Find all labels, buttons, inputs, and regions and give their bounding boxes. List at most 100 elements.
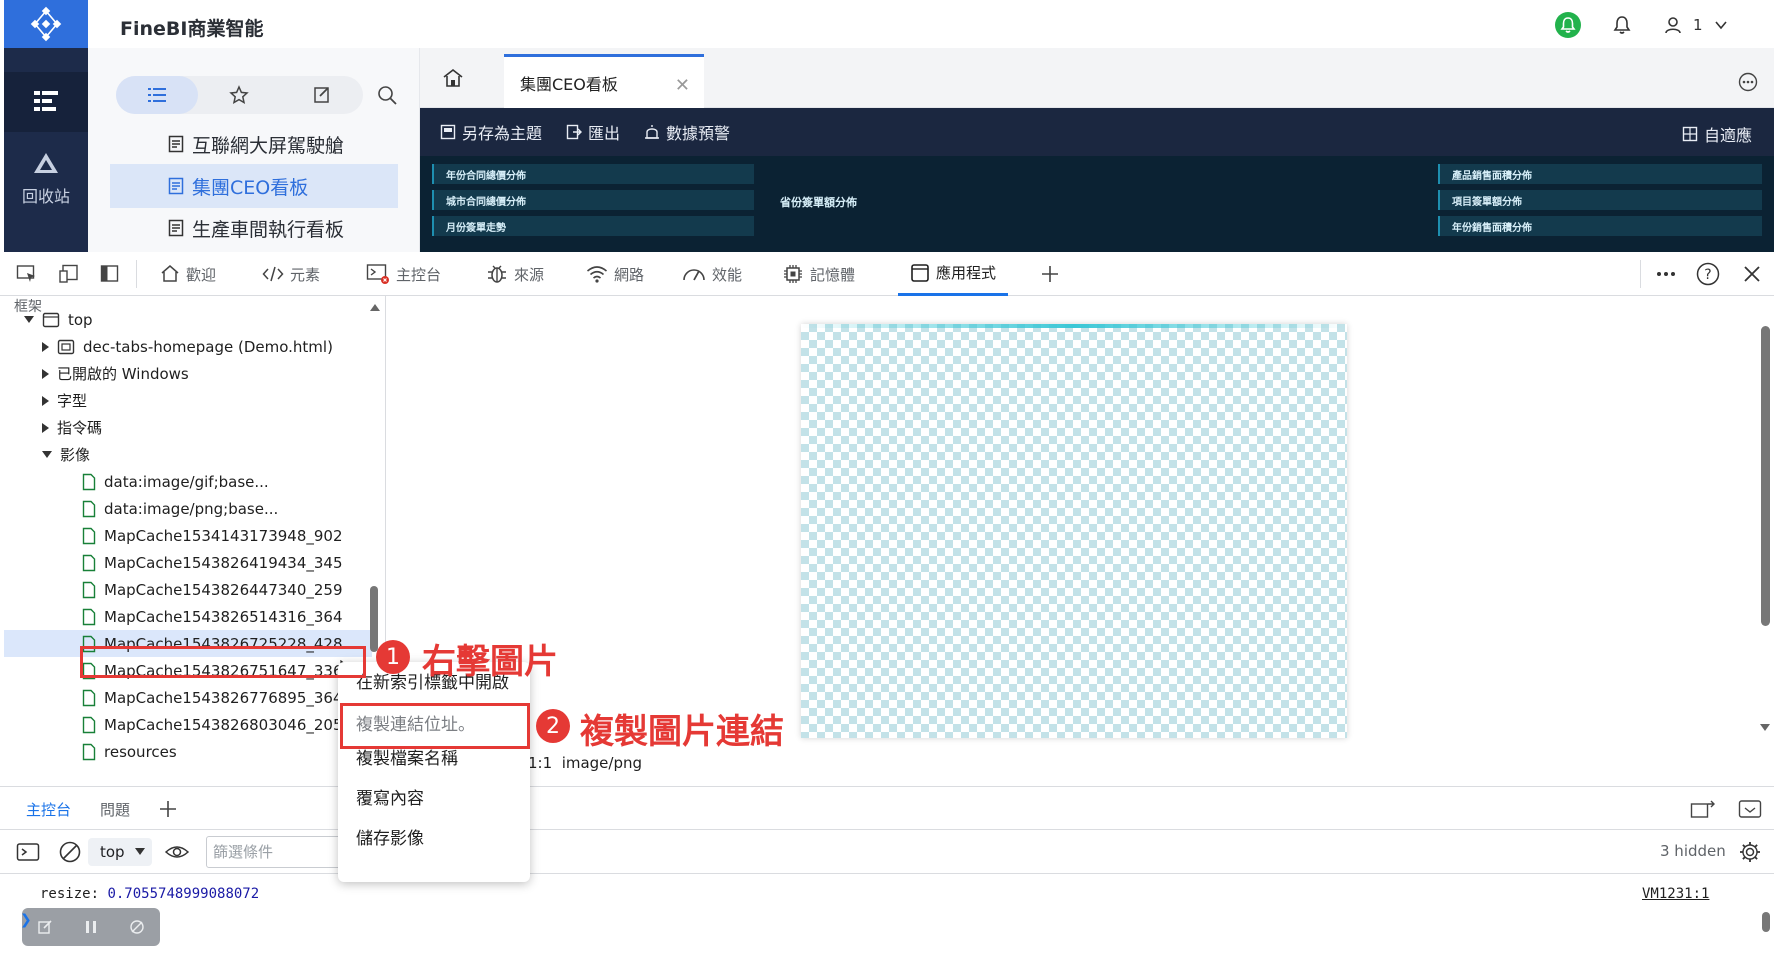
tree-row-image[interactable]: MapCache1543826776895_364	[82, 684, 343, 711]
directory-view-tabs	[116, 76, 363, 114]
stop-recording-icon[interactable]	[129, 919, 145, 935]
user-name: 1	[1693, 16, 1703, 34]
hidden-messages-count[interactable]: 3 hidden	[1660, 842, 1726, 860]
toolbar-divider	[1640, 260, 1641, 288]
inspect-element-button[interactable]	[16, 264, 38, 284]
nav-recycle-bin[interactable]: 回收站	[4, 144, 88, 214]
edit-icon[interactable]	[37, 919, 53, 935]
bell-icon[interactable]	[1611, 14, 1633, 36]
tree-label: 字型	[57, 392, 88, 410]
tab-list-view[interactable]	[116, 76, 199, 114]
dash-widget-title: 年份合同總價分佈	[432, 164, 754, 184]
dock-drawer-button[interactable]	[1690, 799, 1716, 819]
report-icon	[168, 177, 184, 195]
alarm-icon	[645, 125, 660, 139]
add-tab-button[interactable]	[1040, 264, 1060, 284]
console-log-line[interactable]: resize: 0.7055748999088072	[40, 886, 259, 902]
drawer-tab-console[interactable]: 主控台	[26, 799, 71, 820]
fit-screen-button[interactable]: 自適應	[1682, 122, 1752, 146]
save-as-theme-button[interactable]: 另存為主題	[440, 120, 542, 144]
tab-network[interactable]: 網路	[586, 252, 644, 296]
caret-right-icon	[42, 422, 49, 433]
help-glyph: ?	[1704, 267, 1711, 283]
file-icon	[82, 500, 96, 517]
directory-search-button[interactable]	[376, 84, 398, 106]
file-icon	[82, 473, 96, 490]
more-options-button[interactable]	[1738, 72, 1758, 92]
tree-row-windows[interactable]: 已開啟的 Windows	[42, 360, 189, 387]
tree-row-frame[interactable]: dec-tabs-homepage (Demo.html)	[42, 333, 333, 360]
dash-widget-title: 城市合同總價分佈	[432, 190, 754, 210]
export-icon	[566, 124, 583, 140]
finebi-logo[interactable]	[4, 0, 88, 48]
tree-row-image[interactable]: MapCache1543826803046_205	[82, 711, 343, 738]
help-button[interactable]: ?	[1696, 262, 1720, 286]
tab-performance[interactable]: 效能	[682, 252, 742, 296]
tree-row-image[interactable]: data:image/gif;base...	[82, 468, 269, 495]
live-expression-button[interactable]	[164, 842, 190, 862]
tree-row-image[interactable]: data:image/png;base...	[82, 495, 278, 522]
tab-console[interactable]: 主控台	[366, 252, 441, 296]
console-settings-button[interactable]	[1738, 840, 1762, 864]
plus-icon	[160, 801, 176, 817]
annotation-step1-badge: 1	[376, 640, 410, 674]
report-icon	[168, 219, 184, 237]
tab-application[interactable]: 應用程式	[898, 252, 1009, 296]
tab-edit[interactable]	[281, 76, 363, 114]
tab-favorites[interactable]	[198, 76, 280, 114]
clear-console-button[interactable]	[58, 840, 82, 864]
close-devtools-button[interactable]	[1742, 264, 1762, 284]
drawer-tab-bar: 主控台 問題	[0, 786, 1774, 830]
console-filter-input[interactable]	[206, 836, 342, 868]
nav-directory[interactable]	[4, 72, 88, 132]
context-selector[interactable]: top	[88, 838, 152, 866]
dir-item-workshop-board[interactable]: 生產車間執行看板	[110, 206, 398, 250]
scroll-up-arrow-icon[interactable]	[370, 304, 380, 311]
tree-row-images[interactable]: 影像	[42, 441, 90, 468]
code-icon	[262, 266, 284, 282]
customize-menu-button[interactable]	[1654, 264, 1678, 284]
drawer-tab-issues[interactable]: 問題	[100, 799, 130, 820]
tree-row-image[interactable]: MapCache1534143173948_902	[82, 522, 343, 549]
add-drawer-tab-button[interactable]	[158, 799, 178, 819]
tab-ceo-board[interactable]: 集團CEO看板 ✕	[504, 54, 704, 108]
tab-memory[interactable]: 記憶體	[782, 252, 855, 296]
tab-sources[interactable]: 來源	[486, 252, 544, 296]
tree-scrollbar[interactable]	[370, 586, 378, 652]
tree-row-resources[interactable]: resources	[82, 738, 177, 765]
tree-row-image[interactable]: MapCache1543826447340_259	[82, 576, 343, 603]
menu-save-image[interactable]: 儲存影像	[356, 824, 424, 849]
tree-row-scripts[interactable]: 指令碼	[42, 414, 102, 441]
tree-row-image[interactable]: MapCache1543826419434_345	[82, 549, 343, 576]
scroll-down-arrow-icon[interactable]	[1760, 724, 1770, 731]
log-source-link[interactable]: VM1231:1	[1642, 886, 1709, 902]
close-icon[interactable]: ✕	[675, 75, 690, 96]
data-alert-button[interactable]: 數據預警	[644, 120, 730, 144]
home-tab[interactable]	[442, 68, 464, 88]
annotation-highlight-1	[80, 646, 366, 678]
toggle-sidebar-button[interactable]	[100, 264, 120, 284]
tab-label: 網路	[614, 265, 645, 284]
menu-override-content[interactable]: 覆寫內容	[356, 784, 424, 809]
pause-icon[interactable]	[83, 919, 99, 935]
device-toolbar-button[interactable]	[58, 264, 80, 284]
tab-label: 主控台	[396, 265, 442, 284]
tree-row-top[interactable]: top	[24, 306, 93, 333]
tree-row-fonts[interactable]: 字型	[42, 387, 87, 414]
inspect-icon	[16, 265, 35, 282]
export-button[interactable]: 匯出	[566, 120, 620, 144]
eye-icon	[164, 846, 190, 858]
collapse-drawer-button[interactable]	[1738, 799, 1762, 819]
fit-screen-icon	[1682, 126, 1698, 142]
console-sidebar-button[interactable]	[16, 842, 40, 862]
tab-elements[interactable]: 元素	[262, 252, 320, 296]
tree-row-image[interactable]: MapCache1543826514316_364	[82, 603, 343, 630]
dash-widget-title: 產品銷售面積分佈	[1438, 164, 1762, 184]
console-scrollbar[interactable]	[1762, 912, 1770, 932]
user-menu[interactable]: 1	[1663, 15, 1729, 35]
dir-item-internet-dashboard[interactable]: 互聯網大屏駕駛艙	[110, 122, 398, 166]
preview-scrollbar[interactable]	[1761, 326, 1770, 626]
notification-status-icon[interactable]	[1555, 12, 1581, 38]
tab-welcome[interactable]: 歡迎	[160, 252, 216, 296]
dir-item-ceo-board[interactable]: 集團CEO看板	[110, 164, 398, 208]
